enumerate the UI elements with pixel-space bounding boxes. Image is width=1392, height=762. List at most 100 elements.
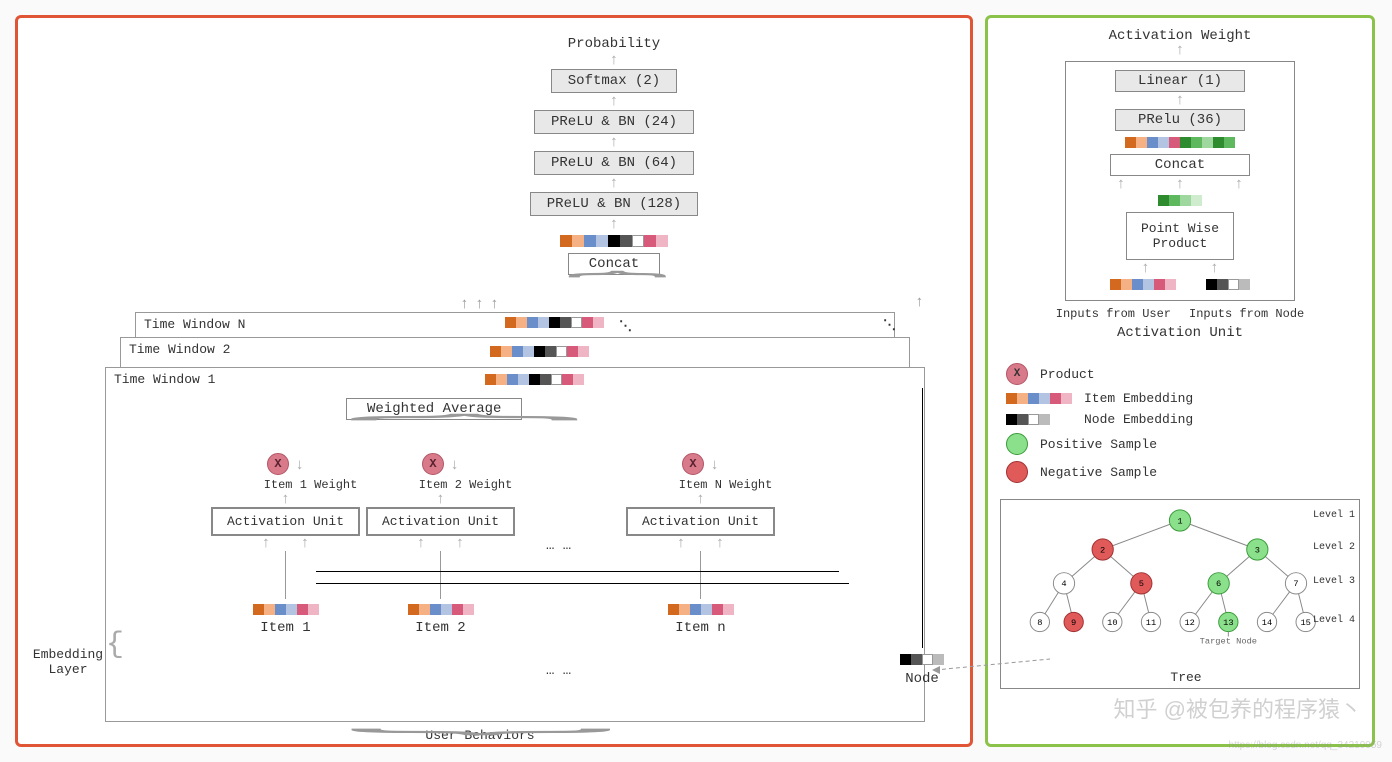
brace-icon: { — [106, 628, 124, 662]
svg-text:8: 8 — [1037, 618, 1042, 628]
ellipsis-icon: ⋱ — [883, 318, 898, 333]
arrow-up-icon: ↑ — [1210, 264, 1219, 273]
linear-block: Linear (1) — [1115, 70, 1245, 92]
legend-product: X Product — [1006, 363, 1354, 385]
legend-positive: Positive Sample — [1006, 433, 1354, 455]
tree-svg: 1 2 3 4 5 6 7 8 9 10 11 12 13 14 15 Targ… — [1007, 506, 1353, 651]
level-4-label: Level 4 — [1313, 615, 1355, 626]
item-label: Item 2 — [415, 620, 465, 636]
item-2-embedding — [408, 604, 474, 615]
tree-title: Tree — [1007, 670, 1365, 685]
tree-box: 1 2 3 4 5 6 7 8 9 10 11 12 13 14 15 Targ… — [1000, 499, 1360, 689]
product-icon: X — [1006, 363, 1028, 385]
svg-text:4: 4 — [1061, 579, 1066, 589]
user-inputs-emb — [1110, 279, 1176, 290]
concat-embedding — [560, 235, 668, 247]
activation-unit-box: Linear (1) ↑ PRelu (36) Concat ↑↑↑ Point… — [1065, 61, 1295, 301]
arrow-up-icon: ↑ — [1116, 180, 1125, 189]
arrow-up-icon: ↑ — [1175, 180, 1184, 189]
level-1-label: Level 1 — [1313, 510, 1355, 521]
tw-n-embedding — [505, 317, 604, 328]
svg-text:3: 3 — [1255, 545, 1260, 555]
product-icon: X — [422, 453, 444, 475]
output-label: Probability — [568, 36, 660, 52]
pointwise-output — [1158, 195, 1202, 206]
concat-block-au: Concat — [1110, 154, 1250, 176]
arrow-up-icon: ↑ — [456, 539, 465, 548]
item-label: Item 1 — [260, 620, 310, 636]
brace-icon: ⏞ — [347, 416, 582, 448]
time-window-2: Time Window 2 — [120, 337, 910, 367]
ellipsis-icon: ⋱ — [619, 319, 634, 334]
arrow-up-icon: ↑ — [1175, 46, 1184, 55]
prelu-bn-128-block: PReLU & BN (128) — [530, 192, 698, 216]
item-weight-label: Item 2 Weight — [419, 478, 513, 492]
concat-embedding-au — [1125, 137, 1235, 148]
node-inputs-emb — [1206, 279, 1250, 290]
svg-text:14: 14 — [1262, 618, 1272, 628]
arrow-up-icon: ↑ — [915, 294, 924, 311]
item-weight-label: Item 1 Weight — [264, 478, 358, 492]
activation-unit-block: Activation Unit — [366, 507, 515, 536]
legend-negative: Negative Sample — [1006, 461, 1354, 483]
arrow-up-icon: ↑ — [301, 539, 310, 548]
level-2-label: Level 2 — [1313, 542, 1355, 553]
arrow-up-icon: ↑ — [609, 97, 618, 106]
watermark-url: https://blog.csdn.net/qq_34219959 — [1229, 740, 1382, 751]
negative-sample-icon — [1006, 461, 1028, 483]
right-panel: Activation Weight ↑ Linear (1) ↑ PRelu (… — [985, 15, 1375, 747]
arrow-up-icon: ↑ — [696, 495, 705, 504]
svg-text:5: 5 — [1139, 579, 1144, 589]
item-column-1: X ↑ Item 1 Weight ↑ Activation Unit ↑↑ I… — [211, 453, 360, 636]
product-icon: X — [267, 453, 289, 475]
prelu-bn-24-block: PReLU & BN (24) — [534, 110, 694, 134]
tw-1-embedding — [485, 374, 584, 385]
prelu-bn-64-block: PReLU & BN (64) — [534, 151, 694, 175]
arrow-icon: ↑ — [295, 460, 304, 469]
time-window-n: Time Window N ⋱ ↑ ↑ ↑ — [135, 312, 895, 337]
svg-text:15: 15 — [1300, 618, 1310, 628]
arrow-up-icon: ↑ — [436, 495, 445, 504]
arrow-icon: ↑ — [710, 460, 719, 469]
time-window-1: Time Window 1 Weighted Average ⏞ X ↑ Ite… — [105, 367, 925, 722]
svg-text:13: 13 — [1223, 618, 1233, 628]
arrow-up-icon: ↑ — [490, 300, 499, 309]
item-n-embedding — [668, 604, 734, 615]
activation-unit-block: Activation Unit — [626, 507, 775, 536]
svg-text:2: 2 — [1100, 545, 1105, 555]
activation-unit-label: Activation Unit — [1117, 325, 1243, 341]
legend-node-embedding: Node Embedding — [1006, 412, 1354, 427]
item-column-2: X ↑ Item 2 Weight ↑ Activation Unit ↑↑ I… — [366, 453, 515, 636]
mlp-stack: Probability ↑ Softmax (2) ↑ PReLU & BN (… — [310, 36, 918, 297]
arrow-up-icon: ↑ — [1175, 96, 1184, 105]
pointwise-product-block: Point Wise Product — [1126, 212, 1234, 260]
arrow-up-icon: ↑ — [609, 56, 618, 65]
arrow-up-icon: ↑ — [1141, 264, 1150, 273]
time-windows-group: Time Window N ⋱ ↑ ↑ ↑ Time Window 2 Time… — [30, 312, 958, 732]
item-1-embedding — [253, 604, 319, 615]
arrow-up-icon: ↑ — [677, 539, 686, 548]
legend: X Product Item Embedding Node Embedding … — [996, 353, 1364, 493]
item-embedding-swatch — [1006, 393, 1072, 404]
item-column-n: X ↑ Item N Weight ↑ Activation Unit ↑↑ I… — [626, 453, 775, 636]
ellipsis: … … — [546, 538, 571, 554]
embedding-layer-label: Embedding Layer { — [28, 632, 108, 692]
svg-text:Target Node: Target Node — [1200, 636, 1257, 646]
brace-icon: ⏞ — [346, 701, 615, 733]
arrow-icon: ↑ — [450, 460, 459, 469]
inputs-user-label: Inputs from User — [1056, 307, 1171, 321]
activation-unit-block: Activation Unit — [211, 507, 360, 536]
softmax-block: Softmax (2) — [551, 69, 677, 93]
node-embedding — [900, 654, 944, 665]
diagram-root: Probability ↑ Softmax (2) ↑ PReLU & BN (… — [15, 15, 1375, 747]
arrow-up-icon: ↑ — [262, 539, 271, 548]
svg-text:10: 10 — [1107, 618, 1117, 628]
level-3-label: Level 3 — [1313, 576, 1355, 587]
arrow-up-icon: ↑ — [460, 300, 469, 309]
arrow-up-icon: ↑ — [1235, 180, 1244, 189]
svg-text:6: 6 — [1216, 579, 1221, 589]
product-icon: X — [682, 453, 704, 475]
inputs-node-label: Inputs from Node — [1189, 307, 1304, 321]
arrow-up-icon: ↑ — [609, 179, 618, 188]
node-embedding-swatch — [1006, 414, 1050, 425]
